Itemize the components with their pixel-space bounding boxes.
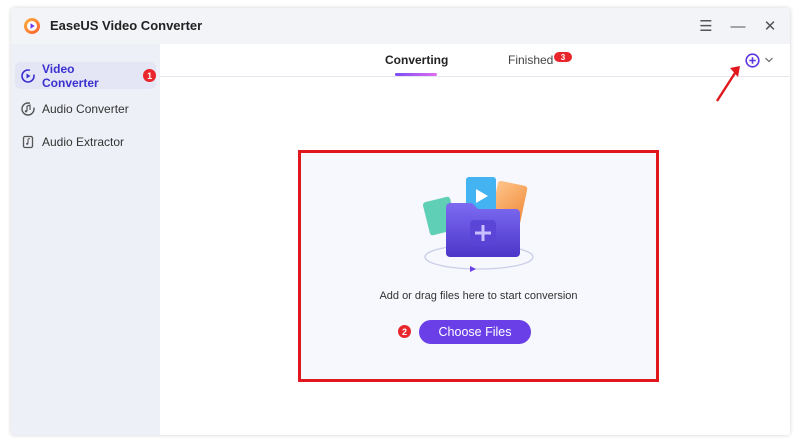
- pointer-arrow-icon: [715, 66, 740, 102]
- close-icon: ✕: [763, 18, 777, 35]
- menu-icon: ☰: [699, 18, 713, 35]
- finished-count-badge: 3: [554, 52, 572, 62]
- add-file-icon[interactable]: [745, 53, 760, 68]
- tab-finished[interactable]: Finished: [508, 53, 553, 67]
- sidebar-item-label: Audio Converter: [42, 101, 129, 116]
- audio-converter-icon: [21, 101, 35, 116]
- minimize-icon: —: [730, 17, 746, 35]
- drop-hint: Add or drag files here to start conversi…: [379, 290, 578, 302]
- app-title: EaseUS Video Converter: [50, 18, 203, 33]
- tab-converting[interactable]: Converting: [385, 53, 448, 67]
- sidebar-item-label: Audio Extractor: [42, 134, 125, 149]
- choose-files-button[interactable]: Choose Files: [419, 320, 531, 344]
- step-badge: 2: [398, 325, 411, 338]
- tab-bar: Converting Finished 3: [160, 44, 790, 77]
- chevron-down-icon[interactable]: [764, 56, 774, 64]
- app-logo-icon: [24, 18, 40, 34]
- active-tab-indicator: [395, 73, 437, 76]
- audio-extractor-icon: [22, 135, 34, 148]
- sidebar-item-audio-converter[interactable]: Audio Converter: [15, 95, 156, 122]
- sidebar: Video Converter 1 Audio Converter Audio …: [11, 44, 160, 435]
- sidebar-item-label: Video Converter: [42, 61, 99, 90]
- menu-button[interactable]: ☰: [697, 17, 715, 35]
- add-folder-icon: [422, 177, 534, 272]
- file-drop-zone[interactable]: Add or drag files here to start conversi…: [298, 150, 659, 382]
- close-button[interactable]: ✕: [761, 17, 779, 35]
- video-converter-icon: [21, 68, 35, 83]
- minimize-button[interactable]: —: [729, 17, 747, 35]
- sidebar-item-video-converter[interactable]: Video Converter 1: [15, 61, 156, 90]
- app-window: EaseUS Video Converter ☰ — ✕ Video Conve…: [11, 8, 790, 435]
- sidebar-item-audio-extractor[interactable]: Audio Extractor: [15, 128, 156, 155]
- title-bar: EaseUS Video Converter ☰ — ✕: [11, 8, 790, 44]
- step-badge: 1: [143, 69, 156, 82]
